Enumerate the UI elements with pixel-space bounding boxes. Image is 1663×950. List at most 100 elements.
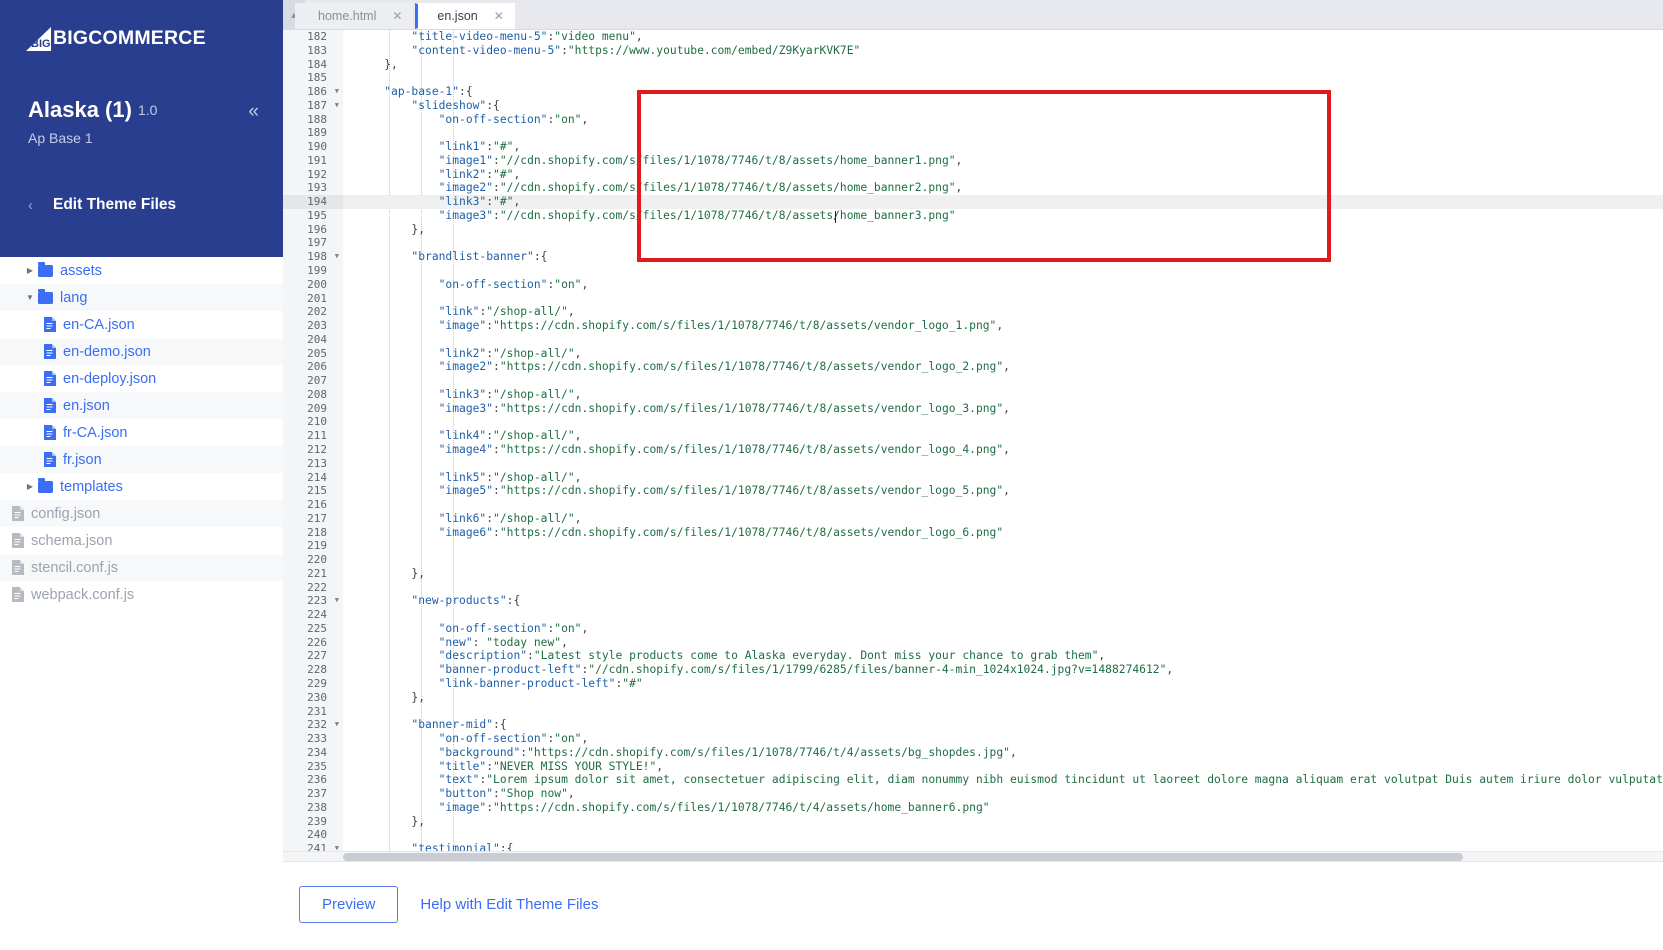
code-line[interactable] [343,498,1663,512]
code-line[interactable] [343,374,1663,388]
tree-item-templates[interactable]: ▶ templates [0,473,283,500]
collapse-sidebar-icon[interactable]: « [248,102,259,121]
fold-toggle-icon[interactable]: ▼ [335,250,339,264]
code-line[interactable]: }, [343,815,1663,829]
line-number: 183 [307,43,327,57]
code-line[interactable] [343,126,1663,140]
chevron-left-icon[interactable]: ‹ [28,197,33,214]
code-line[interactable]: "image1":"//cdn.shopify.com/s/files/1/10… [343,154,1663,168]
tree-item-en-demo-json[interactable]: en-demo.json [0,338,283,365]
code-line[interactable]: "description":"Latest style products com… [343,649,1663,663]
chevron-right-icon[interactable]: ▶ [22,266,38,275]
code-line[interactable]: "title":"NEVER MISS YOUR STYLE!", [343,760,1663,774]
tree-item-config-json[interactable]: config.json [0,500,283,527]
code-line[interactable] [343,553,1663,567]
chevron-down-icon[interactable]: ▼ [22,293,38,302]
tree-item-webpack-conf-js[interactable]: webpack.conf.js [0,581,283,608]
code-line[interactable]: "image":"https://cdn.shopify.com/s/files… [343,319,1663,333]
code-line[interactable]: "on-off-section":"on", [343,622,1663,636]
code-line[interactable]: "on-off-section":"on", [343,278,1663,292]
code-line[interactable] [343,333,1663,347]
code-line[interactable]: }, [343,691,1663,705]
code-line[interactable]: "on-off-section":"on", [343,113,1663,127]
code-line[interactable]: "text":"Lorem ipsum dolor sit amet, cons… [343,773,1663,787]
code-line[interactable]: }, [343,223,1663,237]
tab-home-html[interactable]: home.html ✕ [295,3,414,29]
code-editor[interactable]: 182 183 184 185 186 ▼ 187 ▼ 188 189 190 191 192 193 19… [283,30,1663,851]
code-line[interactable]: "background":"https://cdn.shopify.com/s/… [343,746,1663,760]
fold-toggle-icon[interactable]: ▼ [335,594,339,608]
code-line[interactable] [343,539,1663,553]
tree-item-en-deploy-json[interactable]: en-deploy.json [0,365,283,392]
code-line[interactable]: "image5":"https://cdn.shopify.com/s/file… [343,484,1663,498]
code-line[interactable]: "image2":"//cdn.shopify.com/s/files/1/10… [343,181,1663,195]
tree-item-en-CA-json[interactable]: en-CA.json [0,311,283,338]
code-line[interactable]: "image2":"https://cdn.shopify.com/s/file… [343,360,1663,374]
edit-theme-files-nav[interactable]: ‹ Edit Theme Files [0,196,283,214]
code-line[interactable]: "image3":"//cdn.shopify.com/s/files/1/10… [343,209,1663,223]
code-line[interactable]: "link4":"/shop-all/", [343,429,1663,443]
code-line[interactable]: "new": "today new", [343,636,1663,650]
code-content[interactable]: "title-video-menu-5":"video menu", "cont… [343,30,1663,851]
code-line[interactable] [343,828,1663,842]
code-line[interactable] [343,457,1663,471]
code-line[interactable]: "new-products":{ [343,594,1663,608]
code-line[interactable]: "link2":"#", [343,168,1663,182]
code-line[interactable]: "link-banner-product-left":"#" [343,677,1663,691]
code-line[interactable]: "link":"/shop-all/", [343,305,1663,319]
code-line[interactable]: "image":"https://cdn.shopify.com/s/files… [343,801,1663,815]
tree-item-fr-json[interactable]: fr.json [0,446,283,473]
code-line[interactable]: "banner-product-left":"//cdn.shopify.com… [343,663,1663,677]
horizontal-scrollbar[interactable] [283,851,1663,861]
code-line[interactable]: "on-off-section":"on", [343,732,1663,746]
fold-toggle-icon[interactable]: ▼ [335,718,339,732]
code-line[interactable]: "link1":"#", [343,140,1663,154]
code-line[interactable] [343,236,1663,250]
tree-item-schema-json[interactable]: schema.json [0,527,283,554]
code-line[interactable] [343,415,1663,429]
code-line[interactable] [343,705,1663,719]
tree-item-lang[interactable]: ▼ lang [0,284,283,311]
code-line[interactable] [343,292,1663,306]
code-line[interactable]: "link2":"/shop-all/", [343,347,1663,361]
fold-toggle-icon[interactable]: ▼ [335,842,339,851]
code-line[interactable]: "link3":"/shop-all/", [343,388,1663,402]
code-line[interactable]: "link3":"#", [343,195,1663,209]
code-line[interactable]: "slideshow":{ [343,99,1663,113]
code-line[interactable]: }, [343,58,1663,72]
tree-item-stencil-conf-js[interactable]: stencil.conf.js [0,554,283,581]
bigcommerce-logo[interactable]: BIG BIGCOMMERCE [0,0,283,58]
code-line[interactable]: "testimonial":{ [343,842,1663,851]
code-line[interactable]: "brandlist-banner":{ [343,250,1663,264]
code-line[interactable] [343,264,1663,278]
scrollbar-thumb[interactable] [343,853,1463,861]
code-line[interactable]: "banner-mid":{ [343,718,1663,732]
code-line[interactable]: "link5":"/shop-all/", [343,471,1663,485]
code-line[interactable] [343,581,1663,595]
code-line[interactable]: "link6":"/shop-all/", [343,512,1663,526]
fold-toggle-icon[interactable]: ▼ [335,99,339,113]
code-line[interactable]: "image3":"https://cdn.shopify.com/s/file… [343,402,1663,416]
tree-item-en-json[interactable]: en.json [0,392,283,419]
help-link[interactable]: Help with Edit Theme Files [420,896,598,913]
code-line[interactable] [343,608,1663,622]
preview-button[interactable]: Preview [299,886,399,923]
code-line[interactable]: "button":"Shop now", [343,787,1663,801]
line-number: 182 [307,30,327,43]
close-icon[interactable]: ✕ [494,9,504,23]
code-line[interactable] [343,71,1663,85]
code-line[interactable]: "image6":"https://cdn.shopify.com/s/file… [343,526,1663,540]
line-number: 221 [307,566,327,580]
fold-toggle-icon[interactable]: ▼ [335,85,339,99]
code-line[interactable]: }, [343,567,1663,581]
tab-en-json[interactable]: en.json ✕ [415,3,515,29]
code-line[interactable]: "title-video-menu-5":"video menu", [343,30,1663,44]
file-icon [12,533,24,548]
code-line[interactable]: "ap-base-1":{ [343,85,1663,99]
code-line[interactable]: "image4":"https://cdn.shopify.com/s/file… [343,443,1663,457]
chevron-right-icon[interactable]: ▶ [22,482,38,491]
tree-item-fr-CA-json[interactable]: fr-CA.json [0,419,283,446]
close-icon[interactable]: ✕ [392,9,402,23]
tree-item-assets[interactable]: ▶ assets [0,257,283,284]
code-line[interactable]: "content-video-menu-5":"https://www.yout… [343,44,1663,58]
